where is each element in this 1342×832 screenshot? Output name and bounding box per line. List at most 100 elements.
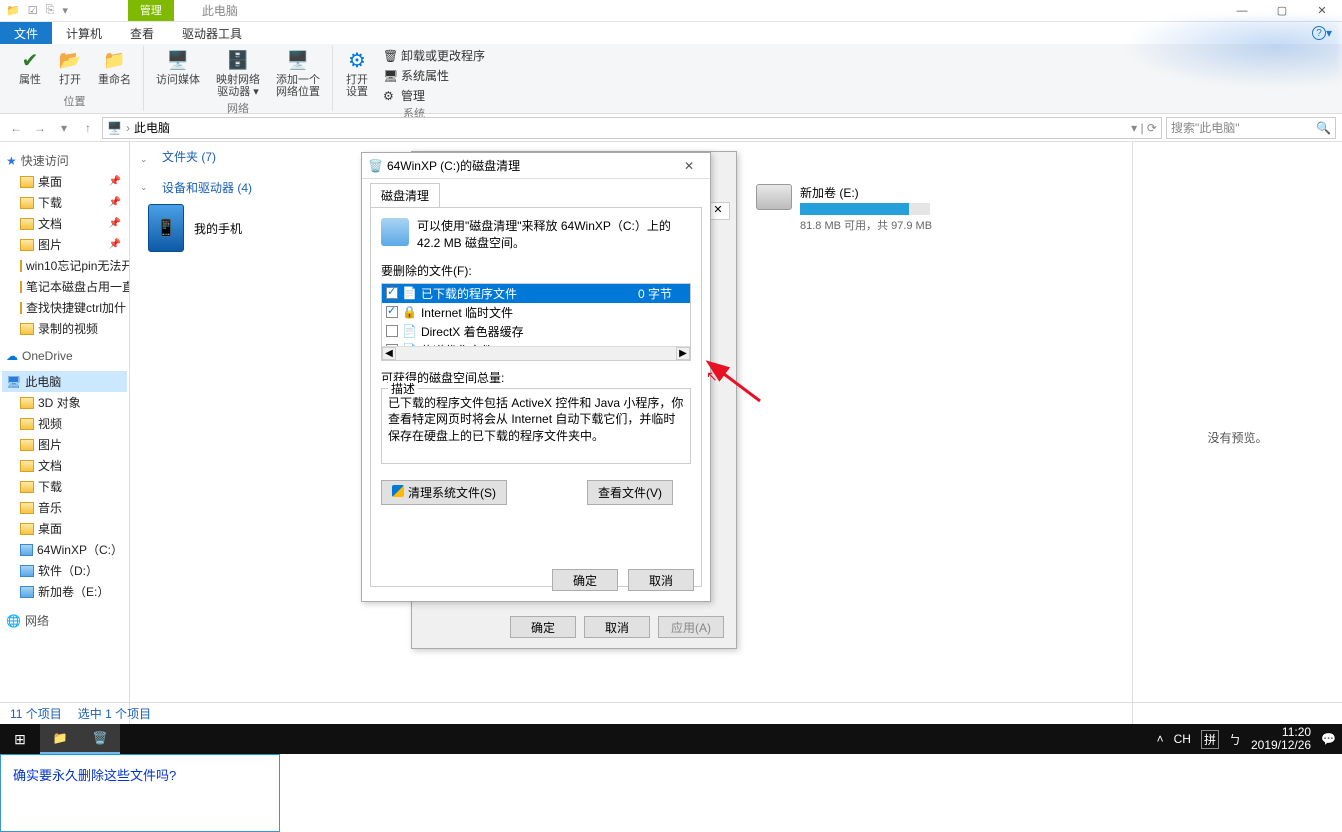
drive-usage-text: 81.8 MB 可用，共 97.9 MB <box>800 217 932 233</box>
sidebar-item[interactable]: 桌面📌 <box>2 171 127 192</box>
taskbar-explorer-button[interactable]: 📁 <box>40 724 80 754</box>
start-button[interactable]: ⊞ <box>0 724 40 754</box>
qat-icon[interactable]: 📁 <box>6 4 20 17</box>
checkbox[interactable] <box>386 306 398 318</box>
sidebar-quick-access[interactable]: ★快速访问 <box>2 148 127 171</box>
checkbox[interactable] <box>386 325 398 337</box>
open-settings-button[interactable]: ⚙ 打开 设置 <box>341 46 373 100</box>
nav-up-button[interactable]: ↑ <box>78 121 98 135</box>
sidebar-item[interactable]: 桌面 <box>2 518 127 539</box>
selected-count: 选中 1 个项目 <box>78 705 151 722</box>
props-ok-button[interactable]: 确定 <box>510 616 576 638</box>
taskbar-clock[interactable]: 11:20 2019/12/26 <box>1251 726 1311 752</box>
context-tab-manage[interactable]: 管理 <box>128 0 174 21</box>
cleanup-list-item[interactable]: 📄DirectX 着色器缓存 <box>382 322 690 341</box>
cleanup-list-item[interactable]: 📄已下载的程序文件0 字节 <box>382 284 690 303</box>
uninstall-programs-button[interactable]: 🗑卸载或更改程序 <box>381 46 487 65</box>
ribbon-tab-file[interactable]: 文件 <box>0 22 52 44</box>
qat-dropdown-icon[interactable]: ▾ <box>62 4 68 17</box>
cleanup-titlebar[interactable]: 🗑️ 64WinXP (C:)的磁盘清理 ✕ <box>362 153 710 179</box>
pc-icon: 🖥️ <box>107 121 122 135</box>
ribbon-tab-drivetools[interactable]: 驱动器工具 <box>168 22 256 44</box>
maximize-button[interactable]: ▢ <box>1262 0 1302 22</box>
cleanup-list-item[interactable]: 📄下载 <box>382 360 690 361</box>
scrollbar[interactable]: ◀▶ <box>382 346 690 360</box>
sidebar-item[interactable]: 图片 <box>2 434 127 455</box>
sidebar-this-pc[interactable]: 🖥此电脑 <box>2 371 127 392</box>
pin-icon: 📌 <box>109 218 123 229</box>
ime-indicator[interactable]: ㄅ <box>1229 731 1241 748</box>
drive-icon <box>20 565 34 577</box>
cleanup-file-list[interactable]: 📄已下载的程序文件0 字节🔒Internet 临时文件📄DirectX 着色器缓… <box>381 283 691 361</box>
breadcrumb-item[interactable]: 此电脑 <box>134 119 170 136</box>
properties-button[interactable]: ✔ 属性 <box>14 46 46 88</box>
refresh-icon[interactable]: ▾ | ⟳ <box>1131 121 1157 135</box>
nav-forward-button[interactable]: → <box>30 121 50 135</box>
collapse-icon[interactable]: ⌄ <box>140 182 150 193</box>
titlebar: 📁 ☑ ⎘ ▾ 管理 此电脑 — ▢ ✕ <box>0 0 1342 22</box>
sidebar-item[interactable]: 软件（D:） <box>2 560 127 581</box>
notification-icon[interactable]: 💬 <box>1321 732 1336 746</box>
clean-system-files-button[interactable]: 清理系统文件(S) <box>381 480 507 505</box>
close-button[interactable]: ✕ <box>1302 0 1342 22</box>
tray-chevron-icon[interactable]: ˄ <box>1157 732 1164 746</box>
sidebar-item[interactable]: 64WinXP（C:） <box>2 539 127 560</box>
sidebar-item[interactable]: 下载📌 <box>2 192 127 213</box>
sidebar-item[interactable]: 文档 <box>2 455 127 476</box>
folder-icon <box>20 460 34 472</box>
minimize-button[interactable]: — <box>1222 0 1262 22</box>
map-drive-button[interactable]: 🗄️ 映射网络 驱动器 ▾ <box>212 46 264 100</box>
view-files-button[interactable]: 查看文件(V) <box>587 480 673 505</box>
cleanup-tab[interactable]: 磁盘清理 <box>370 183 440 207</box>
props-cancel-button[interactable]: 取消 <box>584 616 650 638</box>
help-icon[interactable]: ? ▾ <box>1302 22 1342 44</box>
folder-icon <box>20 197 34 209</box>
sidebar-item[interactable]: 视频 <box>2 413 127 434</box>
qat-icon[interactable]: ⎘ <box>46 4 55 17</box>
cleanup-cancel-button[interactable]: 取消 <box>628 569 694 591</box>
rename-button[interactable]: 📁 重命名 <box>94 46 135 88</box>
device-my-phone[interactable]: 📱 我的手机 <box>140 200 340 256</box>
sidebar-item[interactable]: 下载 <box>2 476 127 497</box>
ribbon-tab-computer[interactable]: 计算机 <box>52 22 116 44</box>
folders-header[interactable]: 文件夹 (7) <box>162 148 216 165</box>
sidebar-item[interactable]: 图片📌 <box>2 234 127 255</box>
cleanup-close-button[interactable]: ✕ <box>674 159 704 173</box>
taskbar-cleanup-button[interactable]: 🗑️ <box>80 724 120 754</box>
sidebar-item[interactable]: 文档📌 <box>2 213 127 234</box>
ime-language[interactable]: CH <box>1174 732 1191 746</box>
sidebar-item[interactable]: win10忘记pin无法开 <box>2 255 127 276</box>
sidebar-item[interactable]: 音乐 <box>2 497 127 518</box>
folder-icon <box>20 481 34 493</box>
nav-back-button[interactable]: ← <box>6 121 26 135</box>
nav-history-button[interactable]: ▾ <box>54 121 74 135</box>
drive-e-tile[interactable]: 新加卷 (E:) 81.8 MB 可用，共 97.9 MB <box>756 184 932 233</box>
ribbon-group-network: 🖥️ 访问媒体 🗄️ 映射网络 驱动器 ▾ 🖥️ 添加一个 网络位置 网络 <box>144 46 333 111</box>
devices-header[interactable]: 设备和驱动器 (4) <box>162 179 252 196</box>
checkbox[interactable] <box>386 287 398 299</box>
manage-button[interactable]: ⚙管理 <box>381 86 487 105</box>
sidebar-item[interactable]: 笔记本磁盘占用一直 <box>2 276 127 297</box>
sidebar-item[interactable]: 录制的视频 <box>2 318 127 339</box>
open-button[interactable]: 📂 打开 <box>54 46 86 88</box>
qat-icon[interactable]: ☑ <box>28 4 38 17</box>
ribbon-tab-view[interactable]: 查看 <box>116 22 168 44</box>
sidebar-item[interactable]: 新加卷（E:） <box>2 581 127 602</box>
sidebar-network[interactable]: 🌐网络 <box>2 608 127 631</box>
breadcrumb[interactable]: 🖥️ › 此电脑 ▾ | ⟳ <box>102 117 1162 139</box>
add-network-location-button[interactable]: 🖥️ 添加一个 网络位置 <box>272 46 324 100</box>
sidebar-onedrive[interactable]: ☁OneDrive <box>2 345 127 365</box>
sidebar-item[interactable]: 查找快捷键ctrl加什 <box>2 297 127 318</box>
drive-icon <box>20 586 34 598</box>
lock-icon: 🔒 <box>402 305 417 319</box>
manage-icon: ⚙ <box>383 89 397 103</box>
access-media-button[interactable]: 🖥️ 访问媒体 <box>152 46 204 88</box>
collapse-icon[interactable]: ⌄ <box>140 154 150 165</box>
ime-mode[interactable]: 拼 <box>1201 730 1219 749</box>
cleanup-list-item[interactable]: 🔒Internet 临时文件 <box>382 303 690 322</box>
sidebar-item[interactable]: 3D 对象 <box>2 392 127 413</box>
props-apply-button[interactable]: 应用(A) <box>658 616 724 638</box>
system-properties-button[interactable]: 🖥系统属性 <box>381 66 487 85</box>
cleanup-ok-button[interactable]: 确定 <box>552 569 618 591</box>
search-input[interactable]: 搜索"此电脑" 🔍 <box>1166 117 1336 139</box>
